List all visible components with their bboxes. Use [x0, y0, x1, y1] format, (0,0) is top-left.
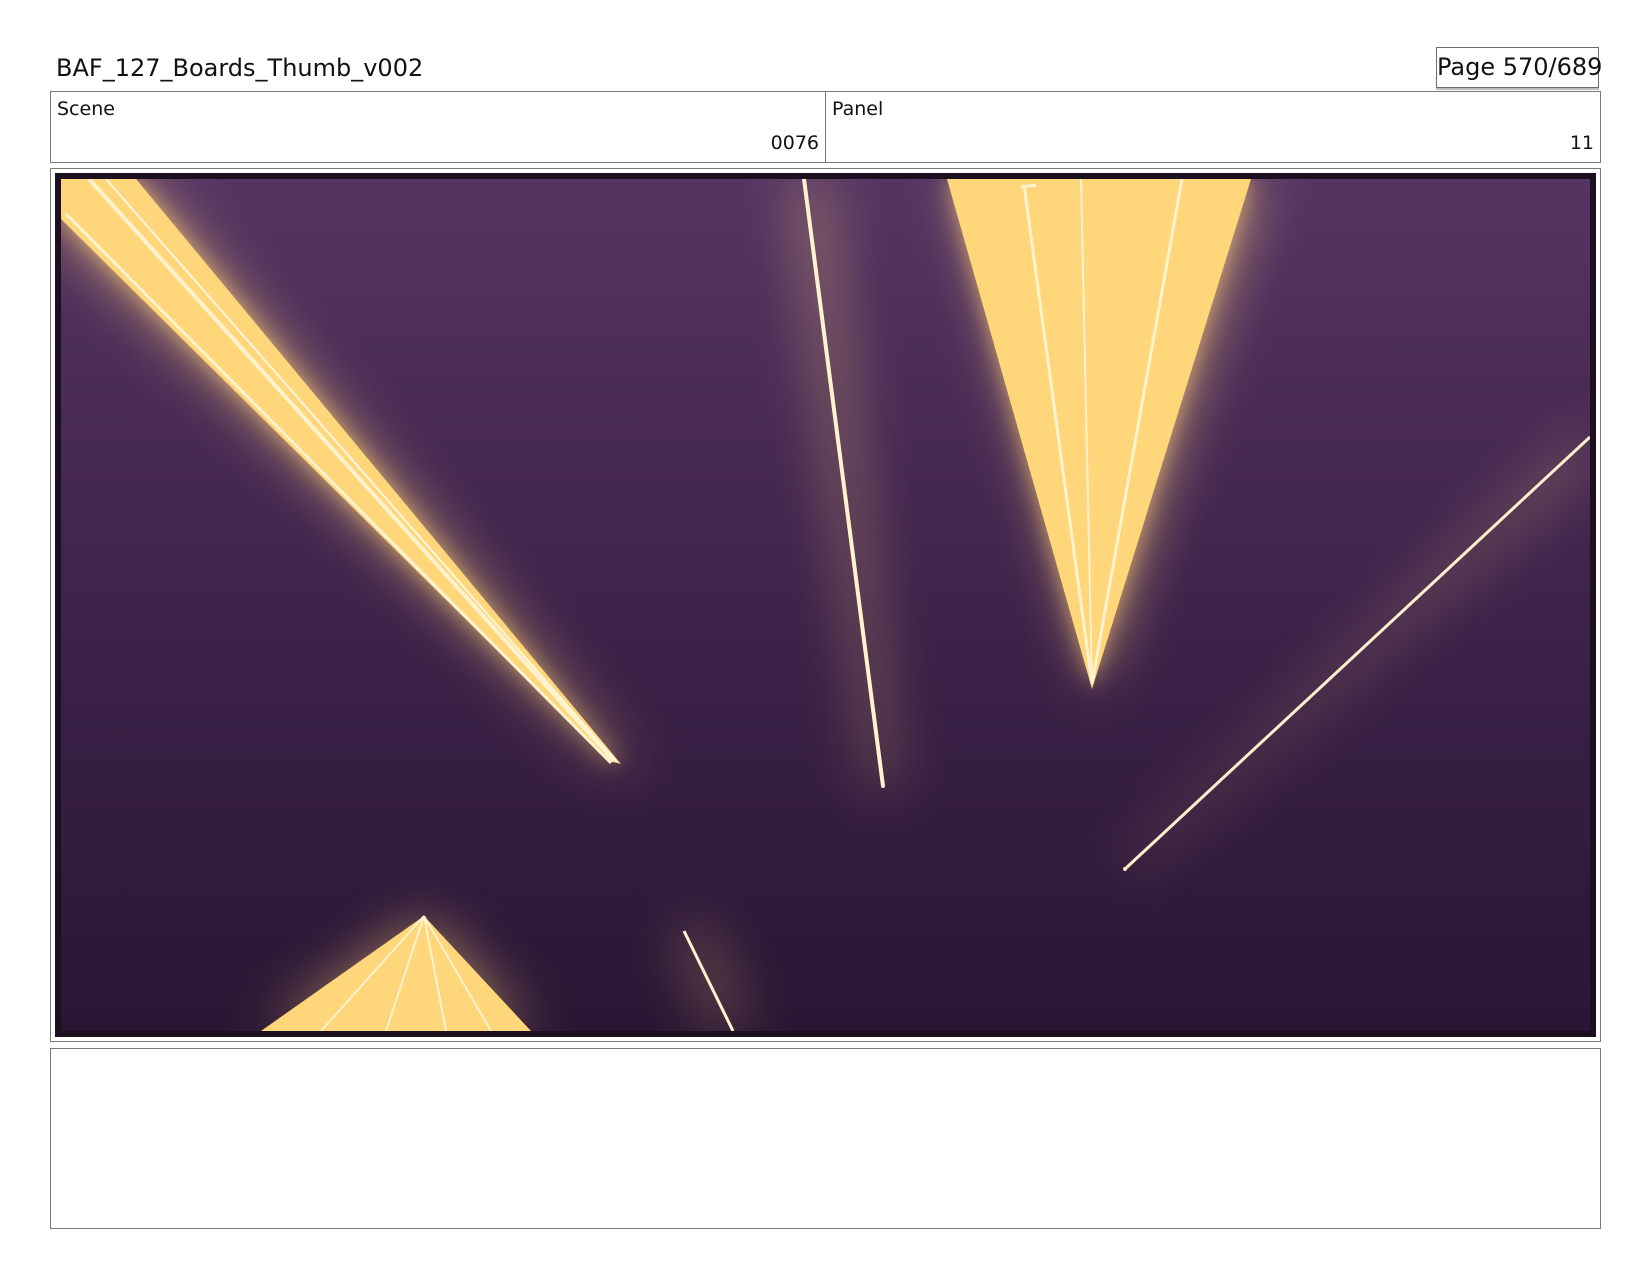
- page-number-box: Page 570/689: [1436, 47, 1603, 88]
- scene-cell: Scene 0076: [51, 92, 826, 162]
- panel-cell: Panel 11: [826, 92, 1600, 162]
- scene-label: Scene: [57, 98, 115, 120]
- document-title: BAF_127_Boards_Thumb_v002: [56, 54, 424, 82]
- panel-frame: [50, 168, 1601, 1042]
- scene-number: 0076: [770, 132, 819, 154]
- notes-box: [50, 1048, 1601, 1229]
- scene-panel-info-row: Scene 0076 Panel 11: [50, 91, 1601, 163]
- panel-artwork: [55, 173, 1596, 1037]
- light-beams-illustration: [61, 179, 1590, 1031]
- page-number: Page 570/689: [1437, 53, 1603, 81]
- panel-number: 11: [1569, 132, 1594, 154]
- panel-label: Panel: [832, 98, 884, 120]
